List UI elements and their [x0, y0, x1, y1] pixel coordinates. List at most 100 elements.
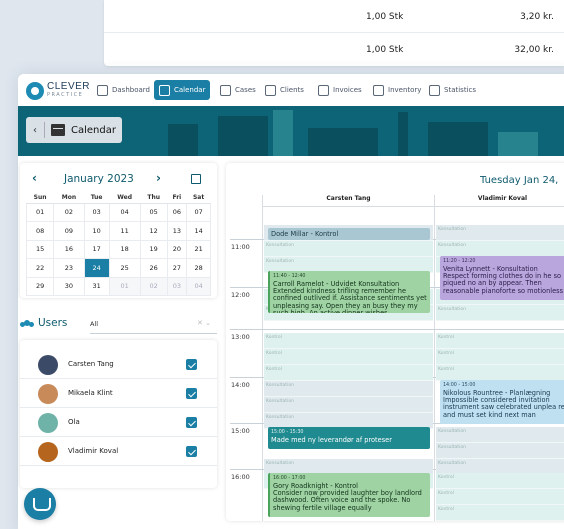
- calendar-icon: [51, 124, 65, 136]
- time-slot[interactable]: Kontrol: [436, 333, 564, 349]
- calendar-day[interactable]: 15: [25, 239, 55, 259]
- calendar-day[interactable]: 19: [139, 239, 168, 259]
- event-description: Consider now provided laughter boy landl…: [273, 489, 422, 512]
- user-checkbox[interactable]: [186, 359, 197, 370]
- time-slot[interactable]: Kontrol: [436, 365, 564, 381]
- user-row[interactable]: Ola: [20, 408, 217, 437]
- time-slot[interactable]: Konsultation: [436, 305, 564, 321]
- appointment-event[interactable]: Dode Millar - Kontrol: [268, 228, 430, 240]
- calendar-day[interactable]: 04: [108, 202, 141, 222]
- user-checkbox[interactable]: [186, 417, 197, 428]
- hour-label: 15:00: [231, 427, 250, 435]
- calendar-day[interactable]: 18: [108, 239, 141, 259]
- hour-label: 14:00: [231, 381, 250, 389]
- filter-underline: [90, 333, 217, 334]
- event-title: Made med ny leverandør af proteser: [271, 436, 392, 444]
- time-slot[interactable]: Kontrol: [436, 505, 564, 521]
- hour-label: 16:00: [231, 473, 250, 481]
- calendar-day[interactable]: 25: [108, 258, 141, 278]
- calendar-day[interactable]: 23: [53, 258, 85, 278]
- nav-dashboard[interactable]: Dashboard: [92, 80, 155, 100]
- calendar-day[interactable]: 01: [25, 202, 55, 222]
- time-slot[interactable]: Konsultation: [436, 225, 564, 241]
- mini-calendar: ‹ January 2023 › Sun Mon Tue Wed Thu Fri Sat 0…: [20, 163, 217, 298]
- time-slot[interactable]: Konsultation: [436, 427, 564, 443]
- calendar-day[interactable]: 24: [83, 258, 110, 278]
- nav-inventory[interactable]: Inventory: [368, 80, 426, 100]
- nav-clients[interactable]: Clients: [260, 80, 309, 100]
- users-heading: Users: [38, 317, 68, 329]
- user-checkbox[interactable]: [186, 446, 197, 457]
- today-calendar-icon[interactable]: [191, 174, 201, 184]
- time-slot[interactable]: Konsultation: [264, 381, 433, 397]
- calendar-day[interactable]: 12: [139, 221, 168, 241]
- time-slot[interactable]: Kontrol: [264, 333, 433, 349]
- calendar-day[interactable]: 27: [166, 258, 188, 278]
- calendar-day[interactable]: 05: [139, 202, 168, 222]
- calendar-day[interactable]: 17: [83, 239, 110, 259]
- user-row[interactable]: Mikaela Klint: [20, 379, 217, 408]
- clear-filter-icon[interactable]: ✕ ⌄: [197, 319, 211, 327]
- brand-logo[interactable]: CLEVER PRACTICE: [26, 81, 98, 101]
- calendar-day[interactable]: 22: [25, 258, 55, 278]
- back-chevron-icon[interactable]: ‹: [26, 125, 44, 136]
- calendar-day[interactable]: 09: [53, 221, 85, 241]
- nav-label: Invoices: [333, 86, 362, 94]
- prev-month-chevron-icon[interactable]: ‹: [32, 171, 37, 185]
- calendar-day[interactable]: 10: [83, 221, 110, 241]
- user-row[interactable]: Vladimir Koval: [20, 437, 217, 466]
- line-quantity: 1,00 Stk: [366, 45, 404, 55]
- chat-bubble-icon[interactable]: [24, 488, 56, 520]
- nav-label: Dashboard: [112, 86, 150, 94]
- calendar-day[interactable]: 04: [186, 276, 211, 296]
- time-slot[interactable]: Kontrol: [436, 349, 564, 365]
- calendar-day[interactable]: 20: [166, 239, 188, 259]
- time-slot[interactable]: Konsultation: [264, 241, 433, 257]
- calendar-day[interactable]: 03: [83, 202, 110, 222]
- event-title: Dode Millar - Kontrol: [271, 230, 339, 238]
- time-slot[interactable]: Kontrol: [264, 349, 433, 365]
- appointment-event[interactable]: 11:20 - 12:20 Venita Lynnett - Konsultati…: [440, 256, 564, 300]
- calendar-day[interactable]: 29: [25, 276, 55, 296]
- calendar-day[interactable]: 01: [108, 276, 141, 296]
- calendar-day[interactable]: 07: [186, 202, 211, 222]
- nav-label: Inventory: [388, 86, 422, 94]
- page-header: ‹ Calendar: [26, 117, 122, 143]
- nav-calendar[interactable]: Calendar: [154, 80, 211, 100]
- calendar-day[interactable]: 11: [108, 221, 141, 241]
- appointment-event[interactable]: 16:00 - 17:00 Gory Roadknight - Kontrol Co…: [268, 473, 430, 517]
- calendar-day[interactable]: 13: [166, 221, 188, 241]
- schedule-date-title: Tuesday Jan 24,: [480, 175, 559, 186]
- calendar-day[interactable]: 14: [186, 221, 211, 241]
- calendar-day[interactable]: 28: [186, 258, 211, 278]
- users-icon: [20, 320, 34, 329]
- appointment-event[interactable]: 11:40 - 12:40 Carroll Ramelot - Udvidet K…: [268, 271, 430, 313]
- time-slot[interactable]: Konsultation: [264, 397, 433, 413]
- calendar-day[interactable]: 16: [53, 239, 85, 259]
- nav-invoices[interactable]: Invoices: [313, 80, 367, 100]
- calendar-day[interactable]: 08: [25, 221, 55, 241]
- calendar-day[interactable]: 06: [166, 202, 188, 222]
- calendar-day[interactable]: 26: [139, 258, 168, 278]
- calendar-day[interactable]: 31: [83, 276, 110, 296]
- appointment-event[interactable]: 15:00 - 15:30 Made med ny leverandør af p…: [268, 427, 430, 449]
- time-slot[interactable]: Kontrol: [436, 489, 564, 505]
- calendar-day[interactable]: 03: [166, 276, 188, 296]
- user-checkbox[interactable]: [186, 388, 197, 399]
- time-slot[interactable]: Kontrol: [436, 473, 564, 489]
- users-filter-select[interactable]: All: [90, 320, 98, 328]
- nav-statistics[interactable]: Statistics: [424, 80, 481, 100]
- event-description: Impossible considered invitation instrum…: [443, 396, 564, 419]
- calendar-day[interactable]: 30: [53, 276, 85, 296]
- time-slot[interactable]: Konsultation: [436, 443, 564, 459]
- time-slot[interactable]: Konsultation: [436, 241, 564, 257]
- calendar-day[interactable]: 21: [186, 239, 211, 259]
- calendar-day[interactable]: 02: [139, 276, 168, 296]
- calendar-day[interactable]: 02: [53, 202, 85, 222]
- nav-cases[interactable]: Cases: [215, 80, 261, 100]
- user-row[interactable]: Carsten Tang: [20, 350, 217, 379]
- avatar: [38, 355, 58, 375]
- appointment-event[interactable]: 14:00 - 15:00 Nikolous Rountree - Planlæg…: [440, 380, 564, 424]
- time-slot[interactable]: Kontrol: [264, 365, 433, 381]
- next-month-chevron-icon[interactable]: ›: [156, 171, 161, 185]
